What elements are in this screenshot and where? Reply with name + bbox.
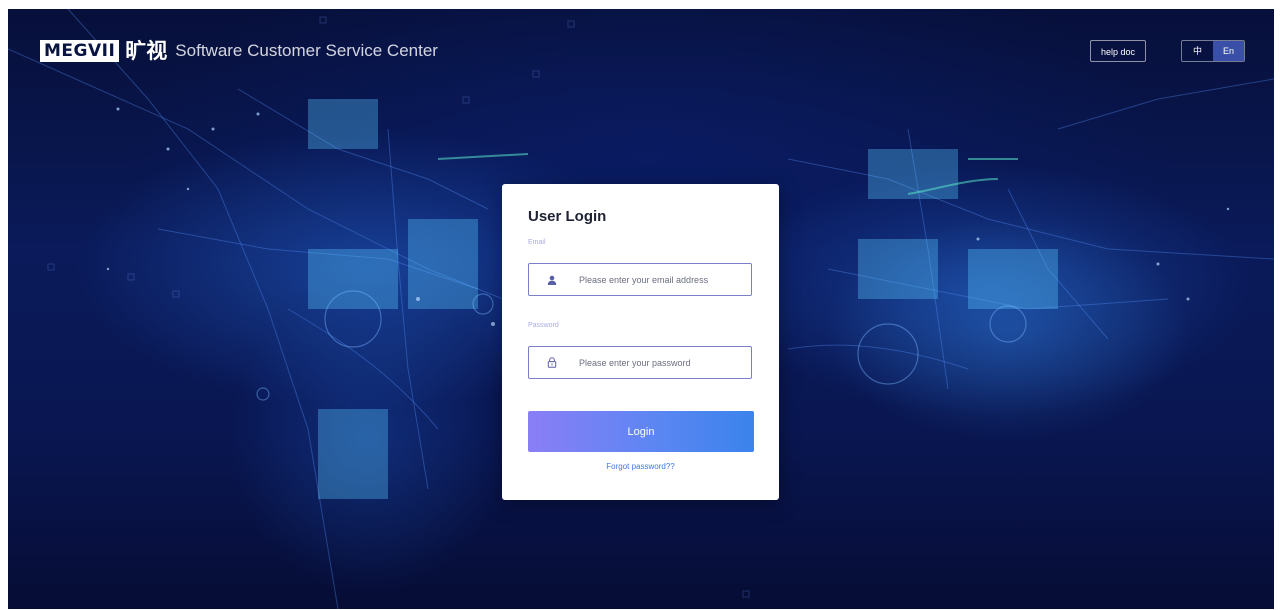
site-title: Software Customer Service Center [175, 41, 438, 60]
megvii-logo: MEGVII 旷视 [40, 39, 167, 63]
login-button[interactable]: Login [528, 411, 754, 452]
email-input[interactable] [579, 274, 749, 285]
password-label: Password [528, 322, 559, 329]
login-title: User Login [528, 208, 607, 225]
user-icon [545, 273, 559, 287]
login-page-background: MEGVII 旷视 Software Customer Service Cent… [8, 9, 1274, 609]
password-input[interactable] [579, 357, 749, 368]
forgot-password-link[interactable]: Forgot password?? [502, 462, 779, 471]
help-doc-button[interactable]: help doc [1090, 40, 1146, 62]
login-card: User Login Email Password Login [502, 184, 779, 500]
lang-option-chinese[interactable]: 中 [1182, 41, 1213, 61]
email-field-container[interactable] [528, 263, 752, 296]
password-field-container[interactable] [528, 346, 752, 379]
brand-logo: MEGVII 旷视 Software Customer Service Cent… [40, 39, 438, 63]
lang-option-english[interactable]: En [1213, 41, 1244, 61]
email-label: Email [528, 239, 546, 246]
lock-icon [545, 356, 559, 370]
logo-chinese-name: 旷视 [125, 39, 168, 63]
logo-wordmark: MEGVII [40, 40, 120, 62]
language-switcher: 中 En [1181, 40, 1245, 62]
